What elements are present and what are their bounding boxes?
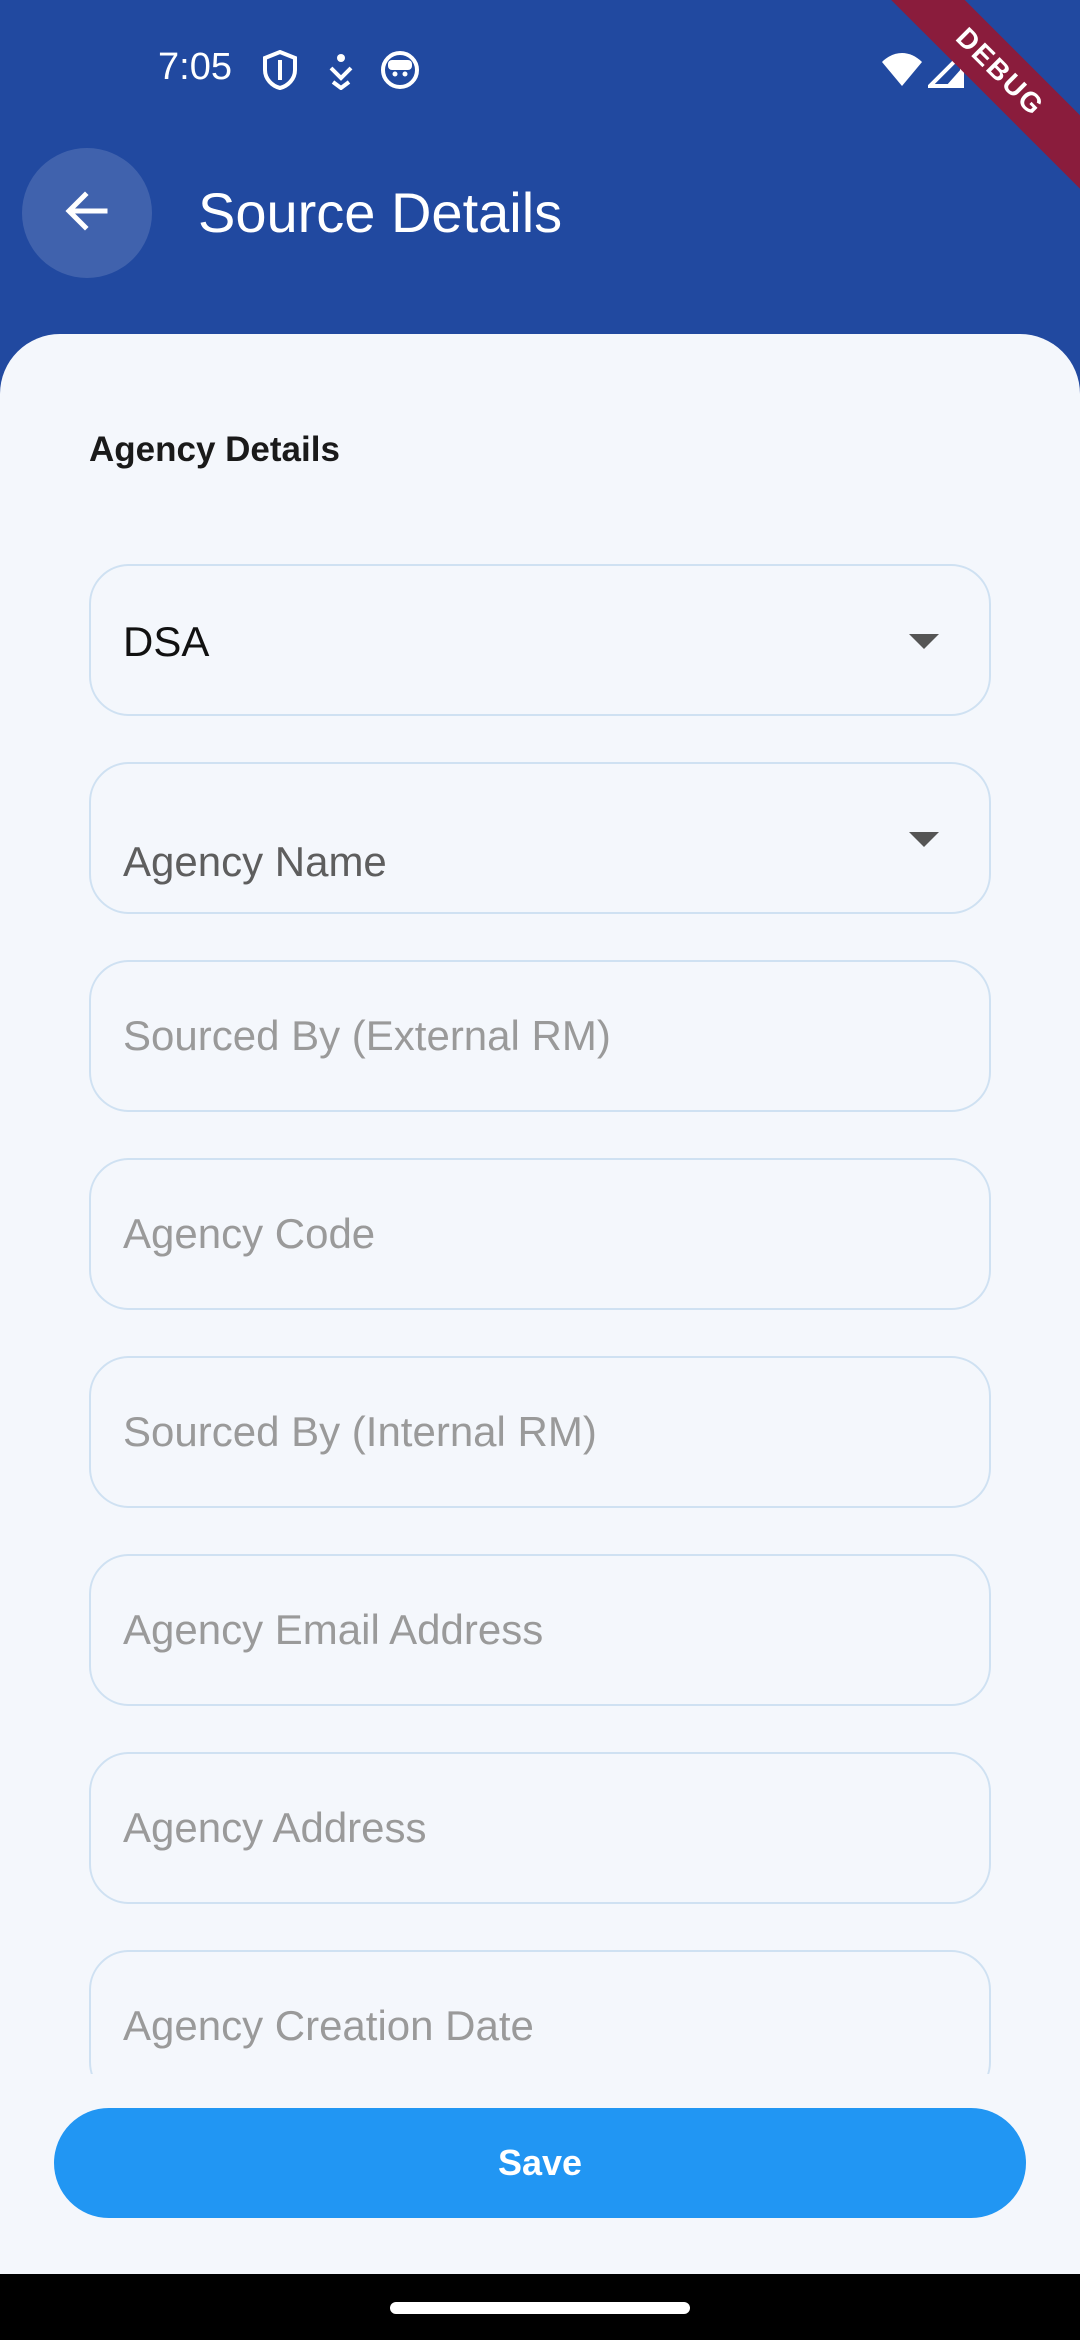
agency-email-placeholder: Agency Email Address [123,1606,544,1653]
sourced-by-internal-field[interactable]: Sourced By (Internal RM) [89,1356,991,1508]
sourced-by-external-placeholder: Sourced By (External RM) [123,1012,611,1059]
agency-address-field[interactable]: Agency Address [89,1752,991,1904]
arrow-left-icon [61,185,113,242]
download-icon [326,50,366,91]
status-time: 7:05 [158,46,232,88]
agency-email-field[interactable]: Agency Email Address [89,1554,991,1706]
source-details-screen: 7:05 DEBUG Source Details Agency Details… [0,0,1080,2340]
status-bar: 7:05 DEBUG [0,0,1080,197]
save-button[interactable]: Save [54,2108,1026,2218]
agency-code-field[interactable]: Agency Code [89,1158,991,1310]
sourced-by-internal-placeholder: Sourced By (Internal RM) [123,1408,597,1455]
agency-name-label: Agency Name [123,838,387,885]
face-icon [380,50,420,90]
sourced-by-external-field[interactable]: Sourced By (External RM) [89,960,991,1112]
shield-icon [262,49,302,91]
agency-name-dropdown[interactable]: Agency Name [89,762,991,914]
back-button[interactable] [22,148,152,278]
agency-creation-date-placeholder: Agency Creation Date [123,2002,534,2049]
wifi-icon [880,50,924,90]
section-title: Agency Details [89,430,340,469]
system-nav-bar [0,2274,1080,2340]
dropdown-arrow-icon [909,634,939,649]
app-bar: Source Details [0,140,1080,340]
agency-type-dropdown[interactable]: DSA [89,564,991,716]
agency-type-value: DSA [123,618,210,665]
agency-address-placeholder: Agency Address [123,1804,427,1851]
form-sheet: Agency Details DSA Agency Name Sourced B… [0,334,1080,2274]
home-gesture-handle[interactable] [390,2302,690,2314]
agency-code-placeholder: Agency Code [123,1210,376,1257]
dropdown-arrow-icon [909,832,939,847]
page-title: Source Details [198,181,563,244]
